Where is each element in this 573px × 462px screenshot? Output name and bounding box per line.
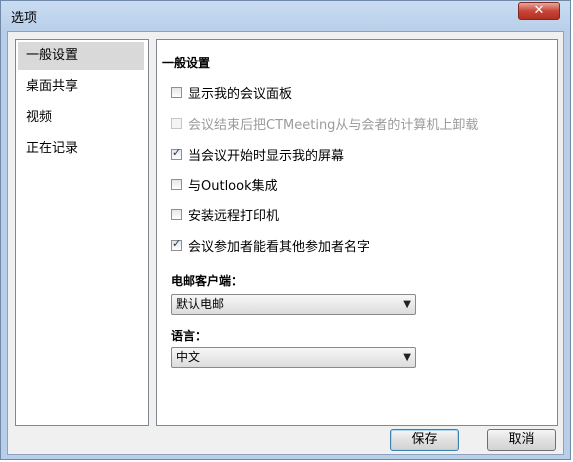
settings-nav: 一般设置 桌面共享 视频 正在记录 (15, 39, 149, 426)
option-show-meeting-panel[interactable]: 显示我的会议面板 (171, 84, 293, 102)
language-label: 语言： (171, 329, 208, 343)
option-label: 当会议开始时显示我的屏幕 (188, 148, 345, 164)
email-client-value: 默认电邮 (176, 297, 225, 311)
email-client-label: 电邮客户端： (171, 274, 244, 288)
option-show-attendee-names[interactable]: 会议参加者能看其他参加者名字 (171, 237, 371, 255)
option-install-remote-printer[interactable]: 安装远程打印机 (171, 206, 280, 224)
cancel-button[interactable]: 取消 (487, 429, 556, 451)
general-settings-panel: 一般设置 显示我的会议面板 会议结束后把CTMeeting从与会者的计算机上卸载… (156, 39, 558, 426)
checkbox[interactable] (171, 178, 182, 190)
option-label: 显示我的会议面板 (188, 86, 293, 102)
close-icon: ✕ (533, 3, 545, 18)
checkbox[interactable] (171, 86, 182, 98)
option-show-screen-on-start[interactable]: 当会议开始时显示我的屏幕 (171, 146, 345, 164)
option-label: 与Outlook集成 (188, 178, 278, 194)
language-value: 中文 (176, 350, 201, 364)
nav-item-general[interactable]: 一般设置 (18, 42, 144, 70)
checkbox (171, 117, 182, 129)
option-outlook-integration[interactable]: 与Outlook集成 (171, 176, 278, 194)
window-title: 选项 (11, 11, 38, 26)
checkbox[interactable] (171, 208, 182, 220)
option-uninstall-after-meeting: 会议结束后把CTMeeting从与会者的计算机上卸载 (171, 115, 479, 133)
option-label: 会议结束后把CTMeeting从与会者的计算机上卸载 (188, 117, 479, 133)
nav-item-video[interactable]: 视频 (18, 104, 144, 132)
email-client-select[interactable]: 默认电邮 ▼ (171, 294, 416, 315)
save-button[interactable]: 保存 (390, 429, 459, 451)
nav-item-recording[interactable]: 正在记录 (18, 135, 144, 163)
options-dialog: 选项 ✕ 一般设置 桌面共享 视频 正在记录 一般设置 显示我的会议面板 会议结… (0, 0, 571, 460)
option-label: 安装远程打印机 (188, 208, 280, 224)
chevron-down-icon: ▼ (403, 299, 411, 310)
checkbox-checked[interactable] (171, 237, 182, 251)
language-select[interactable]: 中文 ▼ (171, 347, 416, 368)
close-button[interactable]: ✕ (518, 2, 560, 20)
dialog-client-area: 一般设置 桌面共享 视频 正在记录 一般设置 显示我的会议面板 会议结束后把CT… (7, 31, 564, 455)
checkbox-checked[interactable] (171, 146, 182, 160)
option-label: 会议参加者能看其他参加者名字 (188, 239, 371, 255)
nav-item-desktop-sharing[interactable]: 桌面共享 (18, 73, 144, 101)
section-title: 一般设置 (162, 56, 211, 70)
chevron-down-icon: ▼ (403, 352, 411, 363)
